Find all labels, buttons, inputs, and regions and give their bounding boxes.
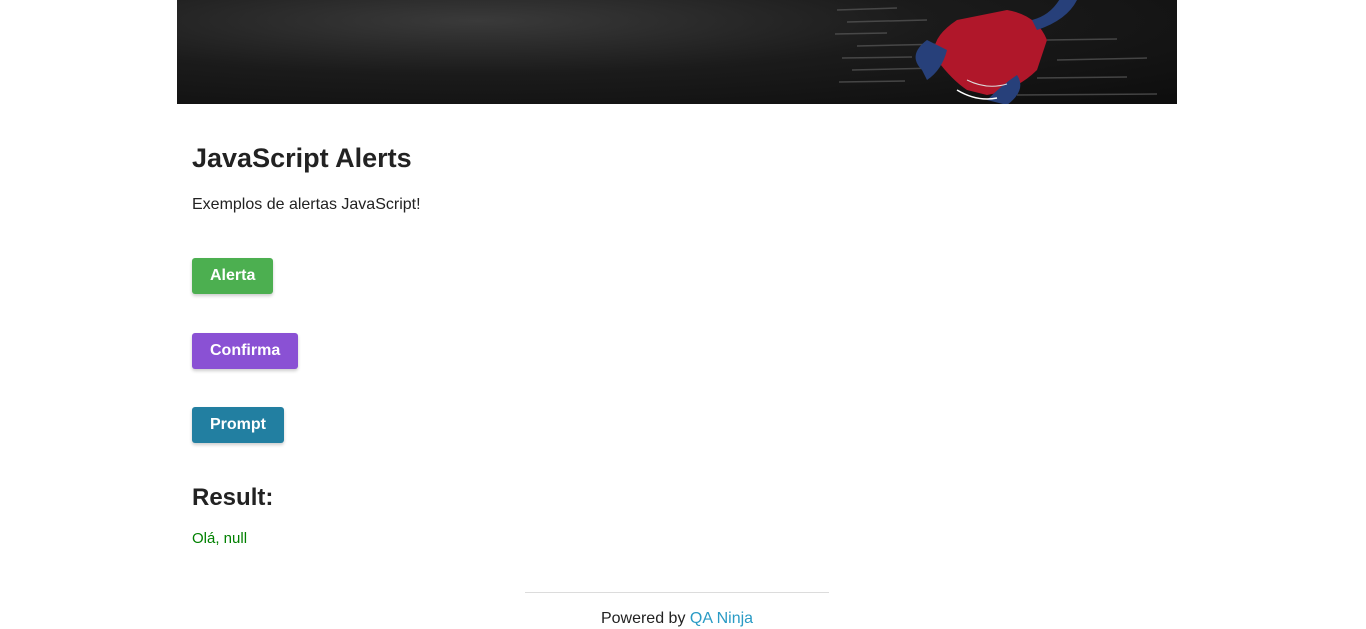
footer-divider <box>525 592 829 593</box>
prompt-button[interactable]: Prompt <box>192 407 284 443</box>
footer: Powered by QA Ninja <box>525 610 829 628</box>
header-banner <box>177 0 1177 104</box>
result-value: Olá, null <box>192 530 248 547</box>
qa-ninja-link[interactable]: QA Ninja <box>690 610 753 627</box>
spider-hero-image <box>915 0 1077 104</box>
page-subtitle: Exemplos de alertas JavaScript! <box>192 196 421 213</box>
result-heading: Result: <box>192 484 274 511</box>
footer-prefix: Powered by <box>600 610 686 627</box>
page-title: JavaScript Alerts <box>192 143 412 173</box>
confirm-button[interactable]: Confirma <box>192 333 299 369</box>
alert-button[interactable]: Alerta <box>192 258 274 294</box>
